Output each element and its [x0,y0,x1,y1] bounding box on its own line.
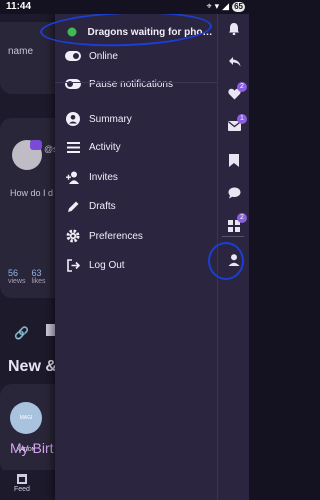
stat-number: 56 [8,268,19,278]
reply-icon[interactable] [227,54,241,68]
post-stats: 56 views 63 likes [8,268,46,285]
toggle-icon [65,48,81,64]
menu-label: Drafts [89,200,116,212]
link-icon[interactable]: 🔗 [14,326,29,340]
signal-icon: ◢ [222,1,230,11]
list-icon [65,139,81,155]
menu-label: Pause notifications [89,78,173,90]
pencil-icon [65,198,81,214]
menu-item-invites[interactable]: Invites [61,165,215,189]
bookmark-icon[interactable] [227,153,241,167]
post-title-fragment[interactable]: My Birt [10,440,54,456]
community-logo: MAGI NATION [10,402,42,453]
avatar-badge [30,140,42,150]
stat-label: views [8,278,26,285]
menu-item-activity[interactable]: Activity [61,135,215,159]
question-fragment: How do I d [10,188,54,198]
menu-label: Preferences [89,230,143,242]
likes-badge: 2 [237,82,247,92]
menu-label: Summary [89,113,132,125]
stat-likes: 63 likes [32,268,46,285]
messages-badge: 1 [237,114,247,124]
tab-feed[interactable]: Feed [14,474,30,493]
menu-label: Log Out [89,259,125,271]
rail-divider [222,236,244,237]
toggle-online[interactable]: Online [61,44,215,68]
user-icon [65,111,81,127]
battery-level: 65 [232,1,245,12]
toggle-pause-notifications[interactable]: Pause notifications [61,72,215,96]
menu-label: Invites [89,171,118,183]
grid-badge: 2 [237,213,247,223]
gear-icon [65,228,81,244]
menu-item-summary[interactable]: Summary [61,107,215,131]
menu-divider [55,82,217,83]
user-status-button[interactable]: Dragons waiting for photo s... [61,20,215,44]
wifi-icon: ▾ [214,1,220,11]
home-icon [16,474,27,484]
user-menu-drawer: Dragons waiting for photo s... Online Pa… [55,14,217,500]
menu-label: Activity [89,141,121,153]
stat-number: 63 [31,268,42,278]
logout-icon [65,257,81,273]
bookmark-icon[interactable] [46,324,55,336]
toggle-icon [65,76,81,92]
clock: 11:44 [6,1,32,12]
chat-bubble-icon[interactable] [227,186,241,200]
tab-label: Feed [14,486,30,493]
add-user-icon [65,169,81,185]
menu-item-logout[interactable]: Log Out [61,253,215,277]
location-icon: ⌖ [206,1,212,11]
status-bar: 11:44 ⌖ ▾ ◢ 65 [0,0,249,14]
stat-views: 56 views [8,268,26,285]
stat-label: likes [31,278,46,285]
status-text: Dragons waiting for photo s... [87,26,215,38]
quick-access-rail: 2 1 2 [217,14,249,500]
menu-item-drafts[interactable]: Drafts [61,194,215,218]
notifications-bell-icon[interactable] [227,21,241,35]
status-icons: ⌖ ▾ ◢ 65 [207,1,245,12]
menu-label: Online [89,50,118,62]
menu-item-preferences[interactable]: Preferences [61,224,215,248]
user-profile-icon[interactable] [227,253,241,267]
card-fragment: name [8,46,34,57]
status-dot-icon [65,24,79,40]
